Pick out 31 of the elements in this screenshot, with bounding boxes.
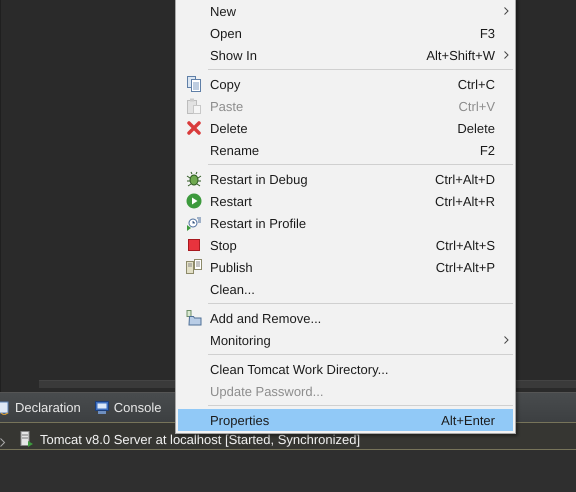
menu-item[interactable]: Publish Ctrl+Alt+P — [178, 256, 513, 278]
stop-icon — [188, 239, 200, 251]
paste-icon — [187, 98, 201, 114]
menu-item[interactable]: Monitoring — [178, 329, 513, 351]
menu-item[interactable]: Stop Ctrl+Alt+S — [178, 234, 513, 256]
copy-icon — [187, 76, 201, 92]
play-icon — [186, 193, 202, 209]
menu-item[interactable]: Rename F2 — [178, 139, 513, 161]
menu-item[interactable]: Add and Remove... — [178, 307, 513, 329]
publish-icon — [186, 259, 202, 275]
folder-icon — [186, 310, 202, 326]
menu-item[interactable]: Open F3 — [178, 22, 513, 44]
server-label[interactable]: Tomcat v8.0 Server at localhost [Started, Synchronized] — [40, 432, 360, 447]
menu-item[interactable]: Restart Ctrl+Alt+R — [178, 190, 513, 212]
console-icon — [94, 401, 109, 414]
menu-item[interactable]: Properties Alt+Enter — [178, 409, 513, 431]
declaration-icon — [0, 400, 10, 414]
menu-item[interactable]: Copy Ctrl+C — [178, 73, 513, 95]
menu-item[interactable]: Restart in Debug Ctrl+Alt+D — [178, 168, 513, 190]
menu-item[interactable]: New — [178, 0, 513, 22]
menu-item[interactable]: Clean... — [178, 278, 513, 300]
view-tab[interactable]: Declaration — [0, 400, 85, 415]
bug-icon — [186, 171, 202, 187]
menu-item[interactable]: Clean Tomcat Work Directory... — [178, 358, 513, 380]
menu-item[interactable]: Show In Alt+Shift+W — [178, 44, 513, 66]
view-tab[interactable]: Console — [94, 400, 166, 415]
menu-item[interactable]: Restart in Profile — [178, 212, 513, 234]
profile-icon — [186, 215, 202, 231]
menu-item[interactable]: Delete Delete — [178, 117, 513, 139]
server-icon — [20, 431, 34, 447]
delete-icon — [187, 121, 201, 135]
